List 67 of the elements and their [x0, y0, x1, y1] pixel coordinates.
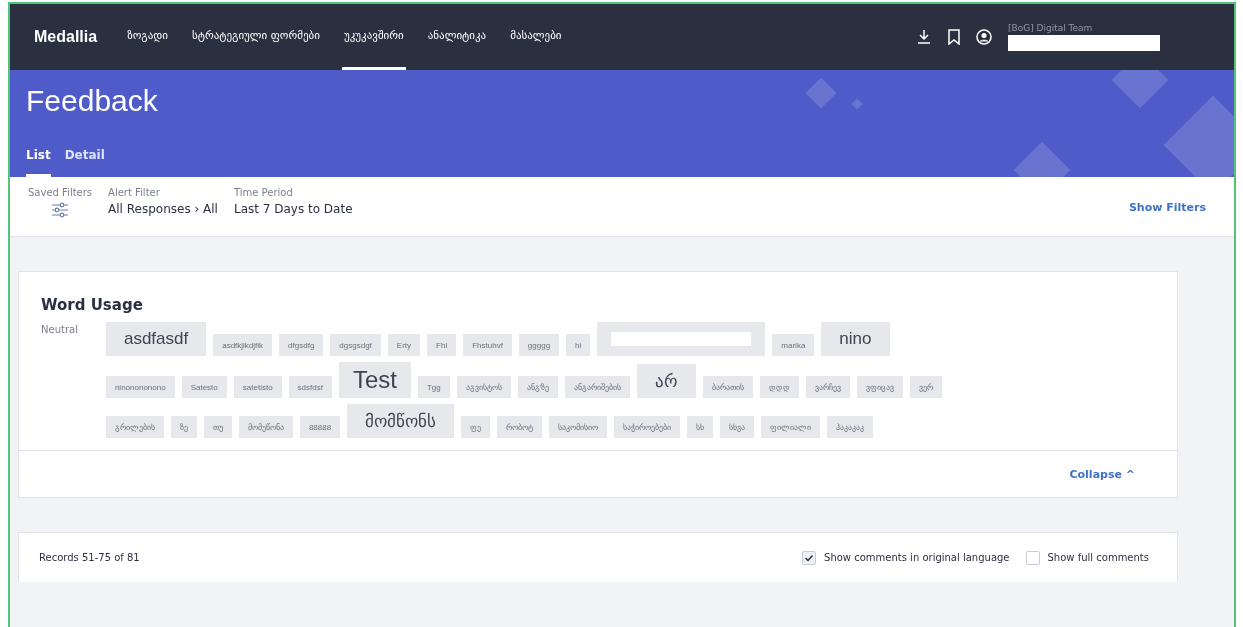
word-tag[interactable]: ანგ'ზე [517, 376, 559, 398]
word-tag[interactable]: რობოტ [497, 416, 543, 438]
word-tag[interactable]: მომწონს [347, 404, 455, 438]
bookmark-icon[interactable] [948, 29, 960, 45]
checkbox[interactable] [1025, 550, 1040, 565]
word-tag[interactable]: ჰაკაკაკ [827, 416, 874, 438]
word-tag[interactable]: არ [637, 364, 697, 398]
nav-tab[interactable]: ანალიტიკა [425, 4, 489, 70]
word-tag[interactable]: marika [772, 334, 815, 356]
word-tag[interactable]: satetisto [233, 376, 282, 398]
word-tag[interactable]: საჭიროებები [614, 416, 681, 438]
filter-value[interactable]: Last 7 Days to Date [233, 202, 353, 216]
word-tag[interactable]: ვფიცავ [857, 376, 904, 398]
word-tag[interactable]: dgsgsdgf [330, 334, 381, 356]
nav-tab[interactable]: მასალები [508, 4, 564, 70]
download-icon[interactable] [916, 29, 932, 45]
word-tag[interactable]: Fhl [427, 334, 457, 356]
word-tag[interactable]: ფე [461, 416, 491, 438]
records-count: Records 51-75 of 81 [39, 552, 140, 563]
word-tag[interactable]: ანგარიშების [565, 376, 631, 398]
show-filters-link[interactable]: Show Filters [1128, 201, 1206, 214]
word-tag[interactable]: ვარჩევ [806, 376, 851, 398]
checkbox-label: Show comments in original language [824, 552, 1010, 563]
word-tag[interactable]: asdfasdf [105, 322, 207, 356]
sliders-icon[interactable] [51, 202, 70, 218]
word-tag[interactable]: sdsfdsf [288, 376, 332, 398]
nav-tab[interactable]: ზოგადი [125, 4, 170, 70]
word-tag[interactable]: Tgg [417, 376, 450, 398]
word-tag[interactable]: მომეწონა [238, 416, 293, 438]
word-tag[interactable]: Fhstuhvf [463, 334, 512, 356]
word-tag[interactable]: აგვისტოს [456, 376, 511, 398]
word-tag[interactable]: ზე [170, 416, 197, 438]
word-tag[interactable]: Satesto [181, 376, 227, 398]
nav-tab[interactable]: სტრატეგიული ფორმები [189, 4, 322, 70]
word-tag[interactable]: თუ [203, 416, 232, 438]
word-tag[interactable]: dfgsdfg [279, 334, 324, 356]
filter-value[interactable]: All Responses › All [108, 202, 218, 216]
sentiment-label: Neutral [41, 323, 78, 337]
word-tag[interactable]: 88888 [299, 416, 341, 438]
word-tag[interactable]: საკომისიო [549, 416, 608, 438]
collapse-link[interactable]: Collapse ^ [1069, 467, 1135, 481]
word-tag[interactable]: nino [821, 322, 890, 356]
word-tag[interactable]: Erty [387, 334, 421, 356]
filter-label: Alert Filter [108, 187, 161, 198]
filter-label: Time Period [233, 187, 294, 198]
word-tag[interactable]: ვერ [910, 376, 943, 398]
word-tag[interactable]: ninonononono [105, 376, 175, 398]
checkbox-label: Show full comments [1047, 552, 1149, 563]
word-tag[interactable]: Test [338, 362, 411, 398]
user-icon[interactable] [976, 29, 992, 45]
word-tag[interactable]: hi [566, 334, 591, 356]
word-tag[interactable]: დდდ [760, 376, 800, 398]
filter-label: Saved Filters [28, 187, 93, 198]
page-title: Feedback [26, 84, 159, 118]
word-tag[interactable]: სხ [687, 416, 714, 438]
card-title: Word Usage [41, 296, 144, 314]
word-tag[interactable]: asdfkjlkdjflk [213, 334, 273, 356]
view-tab[interactable]: Detail [64, 148, 105, 177]
checkmark-icon [804, 552, 815, 563]
word-tag[interactable]: გრილების [105, 416, 164, 438]
team-name: [BoG] Digital Team [1008, 23, 1094, 33]
checkbox[interactable] [802, 550, 817, 565]
word-tag[interactable]: ბარათის [703, 376, 754, 398]
word-tag[interactable]: სხვა [720, 416, 755, 438]
word-tag[interactable]: ფილიალი [761, 416, 821, 438]
logo[interactable]: Medallia [34, 28, 98, 46]
word-tag[interactable]: ggggg [518, 334, 560, 356]
